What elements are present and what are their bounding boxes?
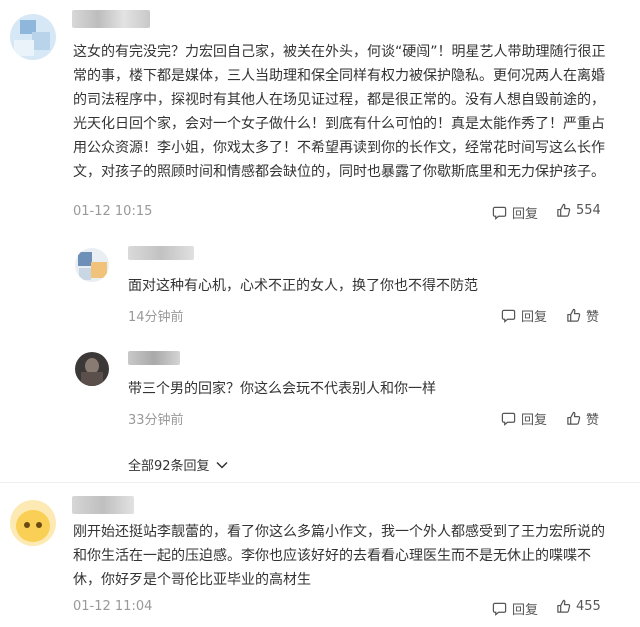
user-avatar[interactable] <box>10 500 56 546</box>
reply-text: 带三个男的回家？你这么会玩不代表别人和你一样 <box>128 381 436 397</box>
comment-bubble-icon <box>492 206 507 220</box>
reply-button[interactable]: 回复 <box>492 599 538 618</box>
like-button[interactable]: 554 <box>556 203 601 218</box>
thumbs-up-icon <box>567 411 581 425</box>
comment-text: 这女的有完没完？力宏回自己家，被关在外头，何谈“硬闯”！明星艺人带助理随行很正常… <box>73 44 606 180</box>
like-count: 455 <box>576 599 601 614</box>
user-avatar[interactable] <box>10 14 56 60</box>
like-button[interactable]: 455 <box>556 599 601 614</box>
chevron-down-icon <box>216 461 228 469</box>
reply-button[interactable]: 回复 <box>501 306 547 325</box>
like-count: 554 <box>576 203 601 218</box>
like-label: 赞 <box>586 310 600 325</box>
reply-time: 14分钟前 <box>128 310 184 325</box>
reply-button[interactable]: 回复 <box>501 409 547 428</box>
like-label: 赞 <box>586 413 600 428</box>
section-divider <box>0 482 640 483</box>
username-blurred[interactable] <box>128 351 180 365</box>
username-blurred[interactable] <box>72 496 134 514</box>
reply-label: 回复 <box>521 310 548 325</box>
reply-user-avatar[interactable] <box>75 248 109 282</box>
reply-label: 回复 <box>521 413 548 428</box>
comment-time: 01-12 11:04 <box>73 599 153 614</box>
reply-user-avatar[interactable] <box>75 352 109 386</box>
reply-label: 回复 <box>512 207 539 222</box>
comment-bubble-icon <box>501 309 516 323</box>
like-button[interactable]: 赞 <box>566 306 599 325</box>
username-blurred[interactable] <box>72 10 150 28</box>
comment-time: 01-12 10:15 <box>73 204 153 219</box>
comment-bubble-icon <box>501 412 516 426</box>
reply-label: 回复 <box>512 603 539 618</box>
thumbs-up-icon <box>567 308 581 322</box>
username-blurred[interactable] <box>128 246 194 260</box>
show-all-replies-label: 全部92条回复 <box>128 459 210 474</box>
reply-time: 33分钟前 <box>128 413 184 428</box>
show-all-replies-link[interactable]: 全部92条回复 <box>128 455 228 474</box>
comment-text: 刚开始还挺站李靓蕾的，看了你这么多篇小作文，我一个外人都感受到了王力宏所说的和你… <box>73 524 605 588</box>
reply-button[interactable]: 回复 <box>492 203 538 222</box>
comment-bubble-icon <box>492 602 507 616</box>
thumbs-up-icon <box>557 599 571 613</box>
like-button[interactable]: 赞 <box>566 409 599 428</box>
thumbs-up-icon <box>557 203 571 217</box>
reply-text: 面对这种有心机，心术不正的女人，换了你也不得不防范 <box>128 278 478 294</box>
